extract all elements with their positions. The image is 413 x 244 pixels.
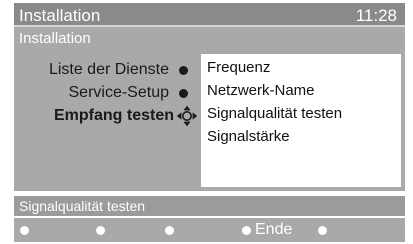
clock: 11:28 [355,6,397,25]
button-bar: Ende [14,218,405,242]
red-button-icon[interactable] [20,226,29,235]
submenu-list: Frequenz Netzwerk-Name Signalqualität te… [201,54,401,187]
tv-menu-screen: Installation 11:28 Installation Liste de… [0,0,413,244]
header-title: Installation [19,6,101,25]
blue-button-icon[interactable] [242,226,251,235]
bullet-icon [179,65,188,75]
option-signalstaerke[interactable]: Signalstärke [207,128,290,145]
header-bar: Installation 11:28 [14,3,405,27]
bullet-icon [179,88,188,98]
menu-panel: Liste der Dienste Service-Setup Empfang … [14,50,405,191]
menu-item-liste-der-dienste[interactable]: Liste der Dienste [49,59,188,81]
subheader-title: Installation [19,30,91,47]
green-button-icon[interactable] [96,226,105,235]
option-signalqualitaet-testen[interactable]: Signalqualität testen [207,105,342,122]
menu-item-label: Liste der Dienste [48,61,169,78]
yellow-button-icon[interactable] [165,226,174,235]
status-text: Signalqualität testen [19,198,146,214]
subheader-bar: Installation [14,27,405,50]
menu-item-empfang-testen[interactable]: Empfang testen [53,105,198,127]
option-netzwerk-name[interactable]: Netzwerk-Name [207,82,315,99]
option-frequenz[interactable]: Frequenz [207,59,270,76]
menu-item-label: Empfang testen [53,107,174,124]
navigation-cross-icon [176,105,198,127]
main-menu: Liste der Dienste Service-Setup Empfang … [14,50,198,191]
menu-item-label: Service-Setup [68,84,170,101]
ende-label[interactable]: Ende [255,221,292,239]
extra-button-icon[interactable] [318,226,327,235]
status-bar: Signalqualität testen [14,196,405,216]
menu-item-service-setup[interactable]: Service-Setup [68,82,188,104]
